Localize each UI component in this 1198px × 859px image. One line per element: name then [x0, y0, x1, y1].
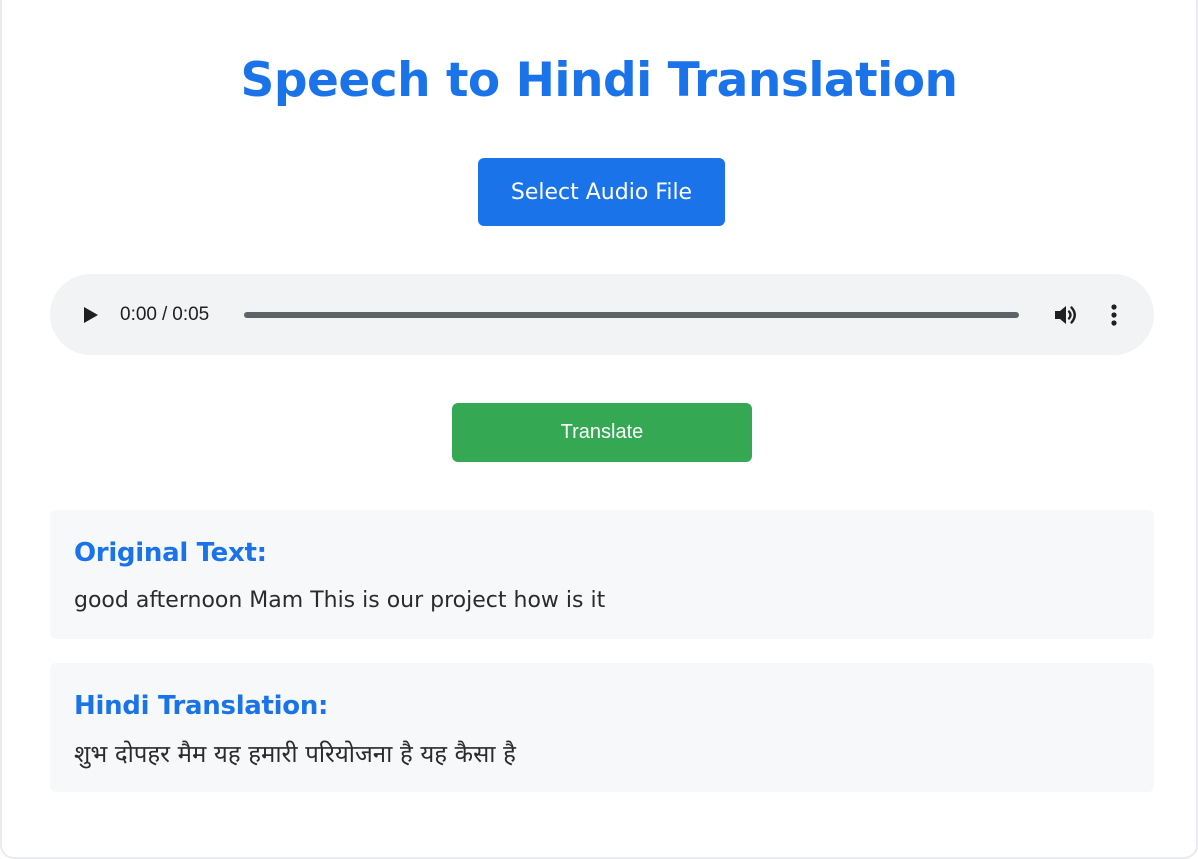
time-separator: / [161, 304, 168, 325]
hindi-translation-content: शुभ दोपहर मैम यह हमारी परियोजना है यह कै… [74, 740, 516, 768]
original-text-heading: Original Text: [74, 538, 267, 568]
play-icon[interactable] [83, 306, 99, 324]
current-time: 0:00 [120, 304, 157, 325]
duration: 0:05 [172, 304, 210, 325]
select-audio-file-button[interactable]: Select Audio File [478, 158, 725, 226]
audio-progress-bar[interactable] [244, 312, 1019, 318]
translate-button[interactable]: Translate [452, 403, 752, 462]
audio-time-display: 0:00/0:05 [120, 302, 209, 328]
hindi-translation-panel: Hindi Translation: शुभ दोपहर मैम यह हमार… [50, 663, 1154, 792]
original-text-content: good afternoon Mam This is our project h… [74, 588, 606, 613]
page-title: Speech to Hindi Translation [240, 53, 958, 108]
original-text-panel: Original Text: good afternoon Mam This i… [50, 510, 1154, 639]
hindi-translation-heading: Hindi Translation: [74, 691, 329, 721]
more-vert-icon[interactable] [1104, 303, 1124, 327]
volume-icon[interactable] [1053, 303, 1081, 327]
page: Speech to Hindi Translation Select Audio… [0, 0, 1198, 859]
